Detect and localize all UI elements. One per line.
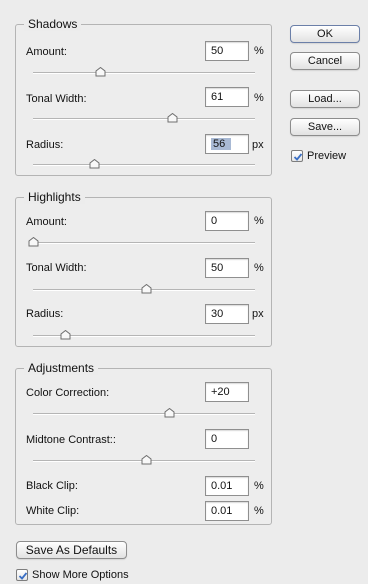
show-more-options-checkbox[interactable] xyxy=(16,569,28,581)
highlights-tonal-width-label: Tonal Width: xyxy=(26,262,87,274)
color-correction-label: Color Correction: xyxy=(26,387,110,399)
highlights-tonal-width-input[interactable]: 50 xyxy=(205,258,249,278)
color-correction-input[interactable]: +20 xyxy=(205,382,249,402)
shadows-amount-label: Amount: xyxy=(26,46,67,58)
highlights-amount-slider-thumb[interactable] xyxy=(28,237,39,247)
highlights-group: Highlights Amount: 0 % Tonal Width: 50 %… xyxy=(15,190,272,347)
highlights-amount-slider-track[interactable] xyxy=(33,242,255,244)
highlights-radius-unit: px xyxy=(252,308,264,320)
highlights-tonal-width-slider-thumb[interactable] xyxy=(141,284,152,294)
shadows-amount-input[interactable]: 50 xyxy=(205,41,249,61)
midtone-contrast-input[interactable]: 0 xyxy=(205,429,249,449)
adjustments-group: Adjustments Color Correction: +20 Midton… xyxy=(15,361,272,525)
adjustments-title: Adjustments xyxy=(24,361,99,375)
shadows-radius-input[interactable]: 56 xyxy=(205,134,249,154)
highlights-radius-input[interactable]: 30 xyxy=(205,304,249,324)
highlights-tonal-width-unit: % xyxy=(254,262,264,274)
shadows-tonal-width-slider-thumb[interactable] xyxy=(167,113,178,123)
save-button[interactable]: Save... xyxy=(290,118,360,136)
preview-label: Preview xyxy=(307,150,347,162)
ok-button[interactable]: OK xyxy=(290,25,360,43)
black-clip-unit: % xyxy=(254,480,264,492)
midtone-contrast-slider-thumb[interactable] xyxy=(141,455,152,465)
white-clip-label: White Clip: xyxy=(26,505,80,517)
save-as-defaults-button[interactable]: Save As Defaults xyxy=(16,541,127,559)
white-clip-unit: % xyxy=(254,505,264,517)
shadows-amount-slider-track[interactable] xyxy=(33,72,255,74)
preview-checkbox[interactable] xyxy=(291,150,303,162)
highlights-amount-label: Amount: xyxy=(26,216,67,228)
shadows-title: Shadows xyxy=(24,17,82,31)
shadows-tonal-width-slider-track[interactable] xyxy=(33,118,255,120)
shadows-radius-label: Radius: xyxy=(26,139,64,151)
highlights-radius-slider-thumb[interactable] xyxy=(60,330,71,340)
midtone-contrast-label: Midtone Contrast:: xyxy=(26,434,116,446)
black-clip-label: Black Clip: xyxy=(26,480,78,492)
shadows-tonal-width-input[interactable]: 61 xyxy=(205,87,249,107)
highlights-radius-label: Radius: xyxy=(26,308,64,320)
black-clip-input[interactable]: 0.01 xyxy=(205,476,249,496)
highlights-amount-input[interactable]: 0 xyxy=(205,211,249,231)
show-more-options-label: Show More Options xyxy=(32,569,129,581)
shadows-group: Shadows Amount: 50 % Tonal Width: 61 % R… xyxy=(15,17,272,176)
load-button[interactable]: Load... xyxy=(290,90,360,108)
color-correction-slider-thumb[interactable] xyxy=(164,408,175,418)
checkmark-icon xyxy=(293,153,303,161)
white-clip-input[interactable]: 0.01 xyxy=(205,501,249,521)
highlights-title: Highlights xyxy=(24,190,85,204)
shadows-radius-slider-track[interactable] xyxy=(33,164,255,166)
shadows-tonal-width-unit: % xyxy=(254,92,264,104)
checkmark-icon xyxy=(18,572,28,580)
shadows-amount-unit: % xyxy=(254,45,264,57)
shadows-radius-slider-thumb[interactable] xyxy=(89,159,100,169)
shadows-tonal-width-label: Tonal Width: xyxy=(26,93,87,105)
cancel-button[interactable]: Cancel xyxy=(290,52,360,70)
highlights-amount-unit: % xyxy=(254,215,264,227)
shadows-radius-unit: px xyxy=(252,139,264,151)
color-correction-slider-track[interactable] xyxy=(33,413,255,415)
shadows-amount-slider-thumb[interactable] xyxy=(95,67,106,77)
